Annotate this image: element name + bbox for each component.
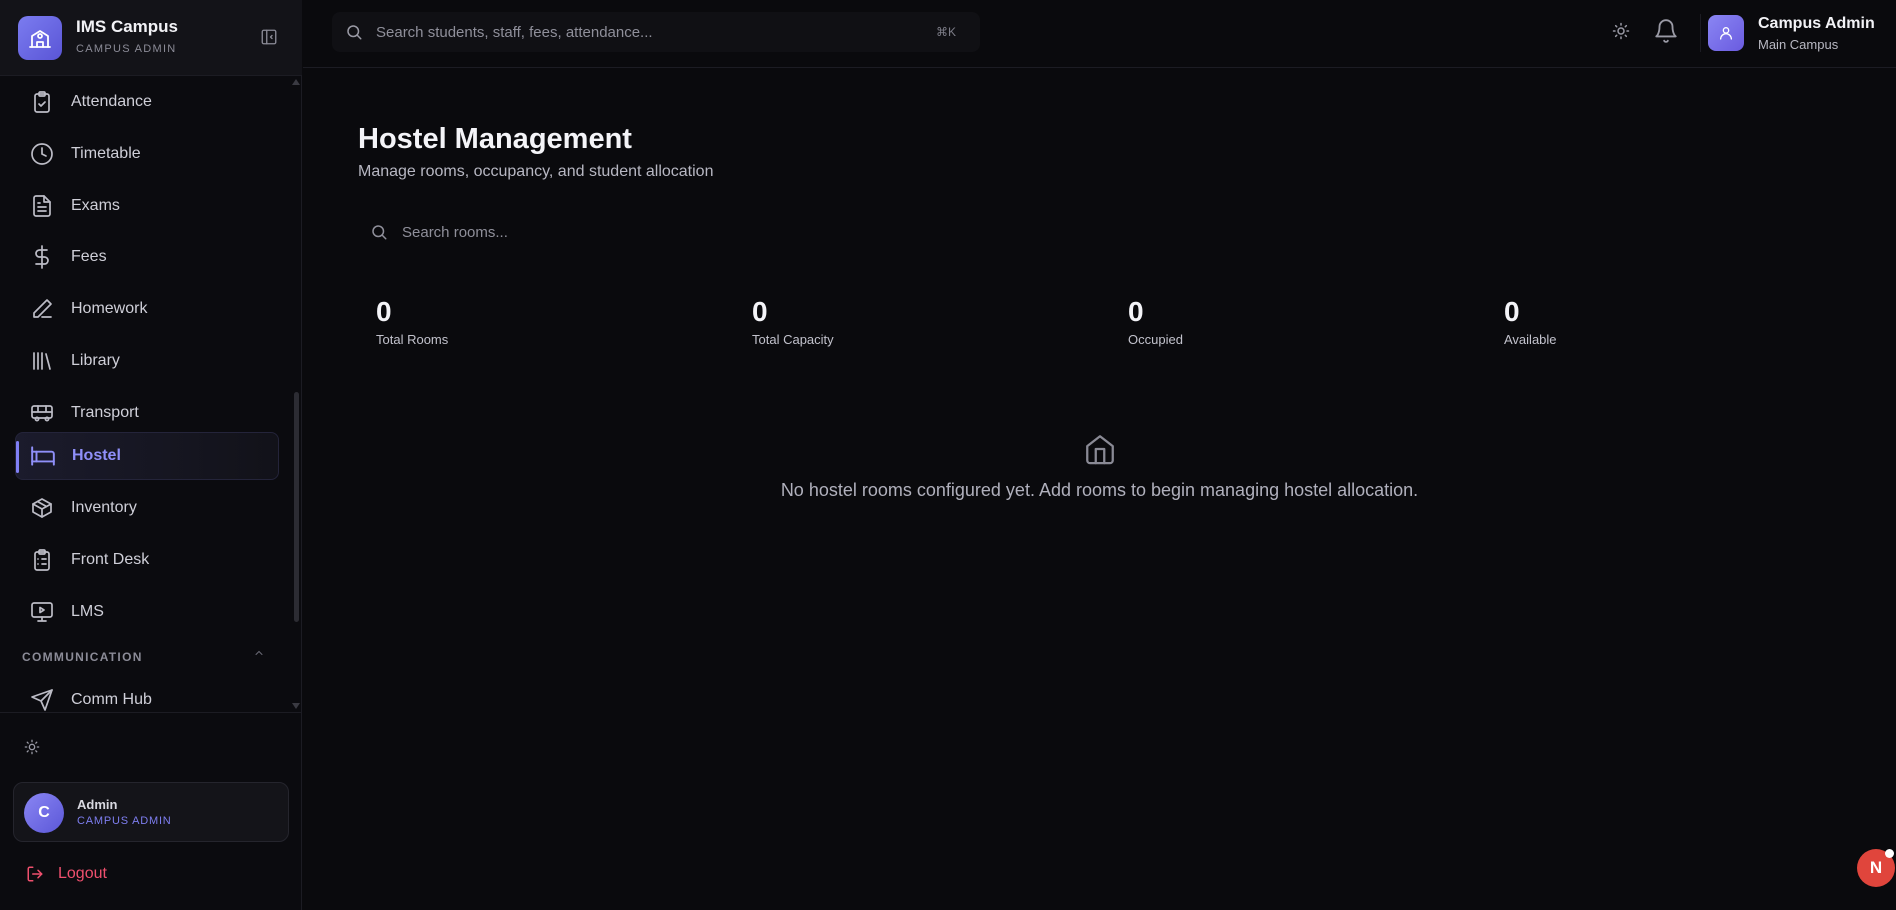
- sidebar-item-lms[interactable]: LMS: [15, 588, 279, 636]
- pen-icon: [28, 295, 56, 323]
- clipboard-check-icon: [28, 88, 56, 116]
- dollar-icon: [28, 243, 56, 271]
- logout-label: Logout: [58, 865, 107, 882]
- sidebar-item-front-desk[interactable]: Front Desk: [15, 536, 279, 584]
- sidebar-item-label: Comm Hub: [71, 691, 152, 708]
- sidebar-item-label: Exams: [71, 197, 120, 214]
- brand-subtitle: CAMPUS ADMIN: [76, 43, 177, 55]
- app: IMS Campus CAMPUS ADMIN Attendance Timet…: [0, 0, 1896, 910]
- sidebar-scrollbar[interactable]: [294, 392, 299, 622]
- sidebar-item-attendance[interactable]: Attendance: [15, 78, 279, 126]
- school-building-icon: [18, 16, 62, 60]
- sidebar-item-library[interactable]: Library: [15, 337, 279, 385]
- file-text-icon: [28, 192, 56, 220]
- sidebar-item-timetable[interactable]: Timetable: [15, 130, 279, 178]
- clock-icon: [28, 140, 56, 168]
- notification-dot: [1885, 849, 1894, 858]
- sidebar-item-label: Homework: [71, 300, 148, 317]
- brand-header: IMS Campus CAMPUS ADMIN: [0, 0, 302, 76]
- sidebar-footer: C Admin CAMPUS ADMIN Logout: [0, 712, 302, 910]
- sidebar: IMS Campus CAMPUS ADMIN Attendance Timet…: [0, 0, 302, 910]
- sidebar-item-label: Inventory: [71, 499, 137, 516]
- sun-icon: [24, 739, 40, 755]
- scroll-up-arrow[interactable]: [292, 79, 300, 85]
- logout-button[interactable]: Logout: [26, 865, 107, 883]
- sidebar-item-exams[interactable]: Exams: [15, 182, 279, 230]
- clipboard-list-icon: [28, 546, 56, 574]
- send-icon: [28, 686, 56, 712]
- empty-state: No hostel rooms configured yet. Add room…: [303, 0, 1896, 910]
- sidebar-item-fees[interactable]: Fees: [15, 233, 279, 281]
- chevron-up-icon[interactable]: [253, 646, 265, 664]
- sidebar-nav: Attendance Timetable Exams Fees Homework…: [0, 76, 302, 712]
- user-profile-card[interactable]: C Admin CAMPUS ADMIN: [13, 782, 289, 842]
- sidebar-item-transport[interactable]: Transport: [15, 389, 279, 437]
- sidebar-item-label: LMS: [71, 603, 104, 620]
- avatar: C: [24, 793, 64, 833]
- empty-state-message: No hostel rooms configured yet. Add room…: [780, 480, 1419, 500]
- sidebar-item-label: Hostel: [72, 447, 121, 464]
- sidebar-item-hostel[interactable]: Hostel: [15, 432, 279, 480]
- bus-icon: [28, 399, 56, 427]
- sidebar-item-label: Fees: [71, 248, 107, 265]
- sidebar-item-inventory[interactable]: Inventory: [15, 484, 279, 532]
- user-name: Admin: [77, 797, 118, 812]
- user-role: CAMPUS ADMIN: [77, 815, 172, 827]
- sidebar-item-homework[interactable]: Homework: [15, 285, 279, 333]
- library-icon: [28, 347, 56, 375]
- scroll-down-arrow[interactable]: [292, 703, 300, 709]
- brand-title: IMS Campus: [76, 17, 179, 36]
- section-label-communication: COMMUNICATION: [22, 650, 143, 664]
- panel-left-icon: [261, 29, 277, 45]
- package-icon: [28, 494, 56, 522]
- sidebar-item-label: Timetable: [71, 145, 141, 162]
- theme-toggle-button[interactable]: [22, 737, 42, 757]
- monitor-play-icon: [28, 598, 56, 626]
- sidebar-item-label: Attendance: [71, 93, 152, 110]
- sidebar-collapse-button[interactable]: [258, 26, 280, 48]
- sidebar-item-label: Transport: [71, 404, 139, 421]
- sidebar-item-comm-hub[interactable]: Comm Hub: [15, 676, 279, 712]
- logout-icon: [27, 866, 43, 882]
- sidebar-item-label: Library: [71, 352, 120, 369]
- sidebar-item-label: Front Desk: [71, 551, 150, 568]
- bed-icon: [29, 442, 57, 470]
